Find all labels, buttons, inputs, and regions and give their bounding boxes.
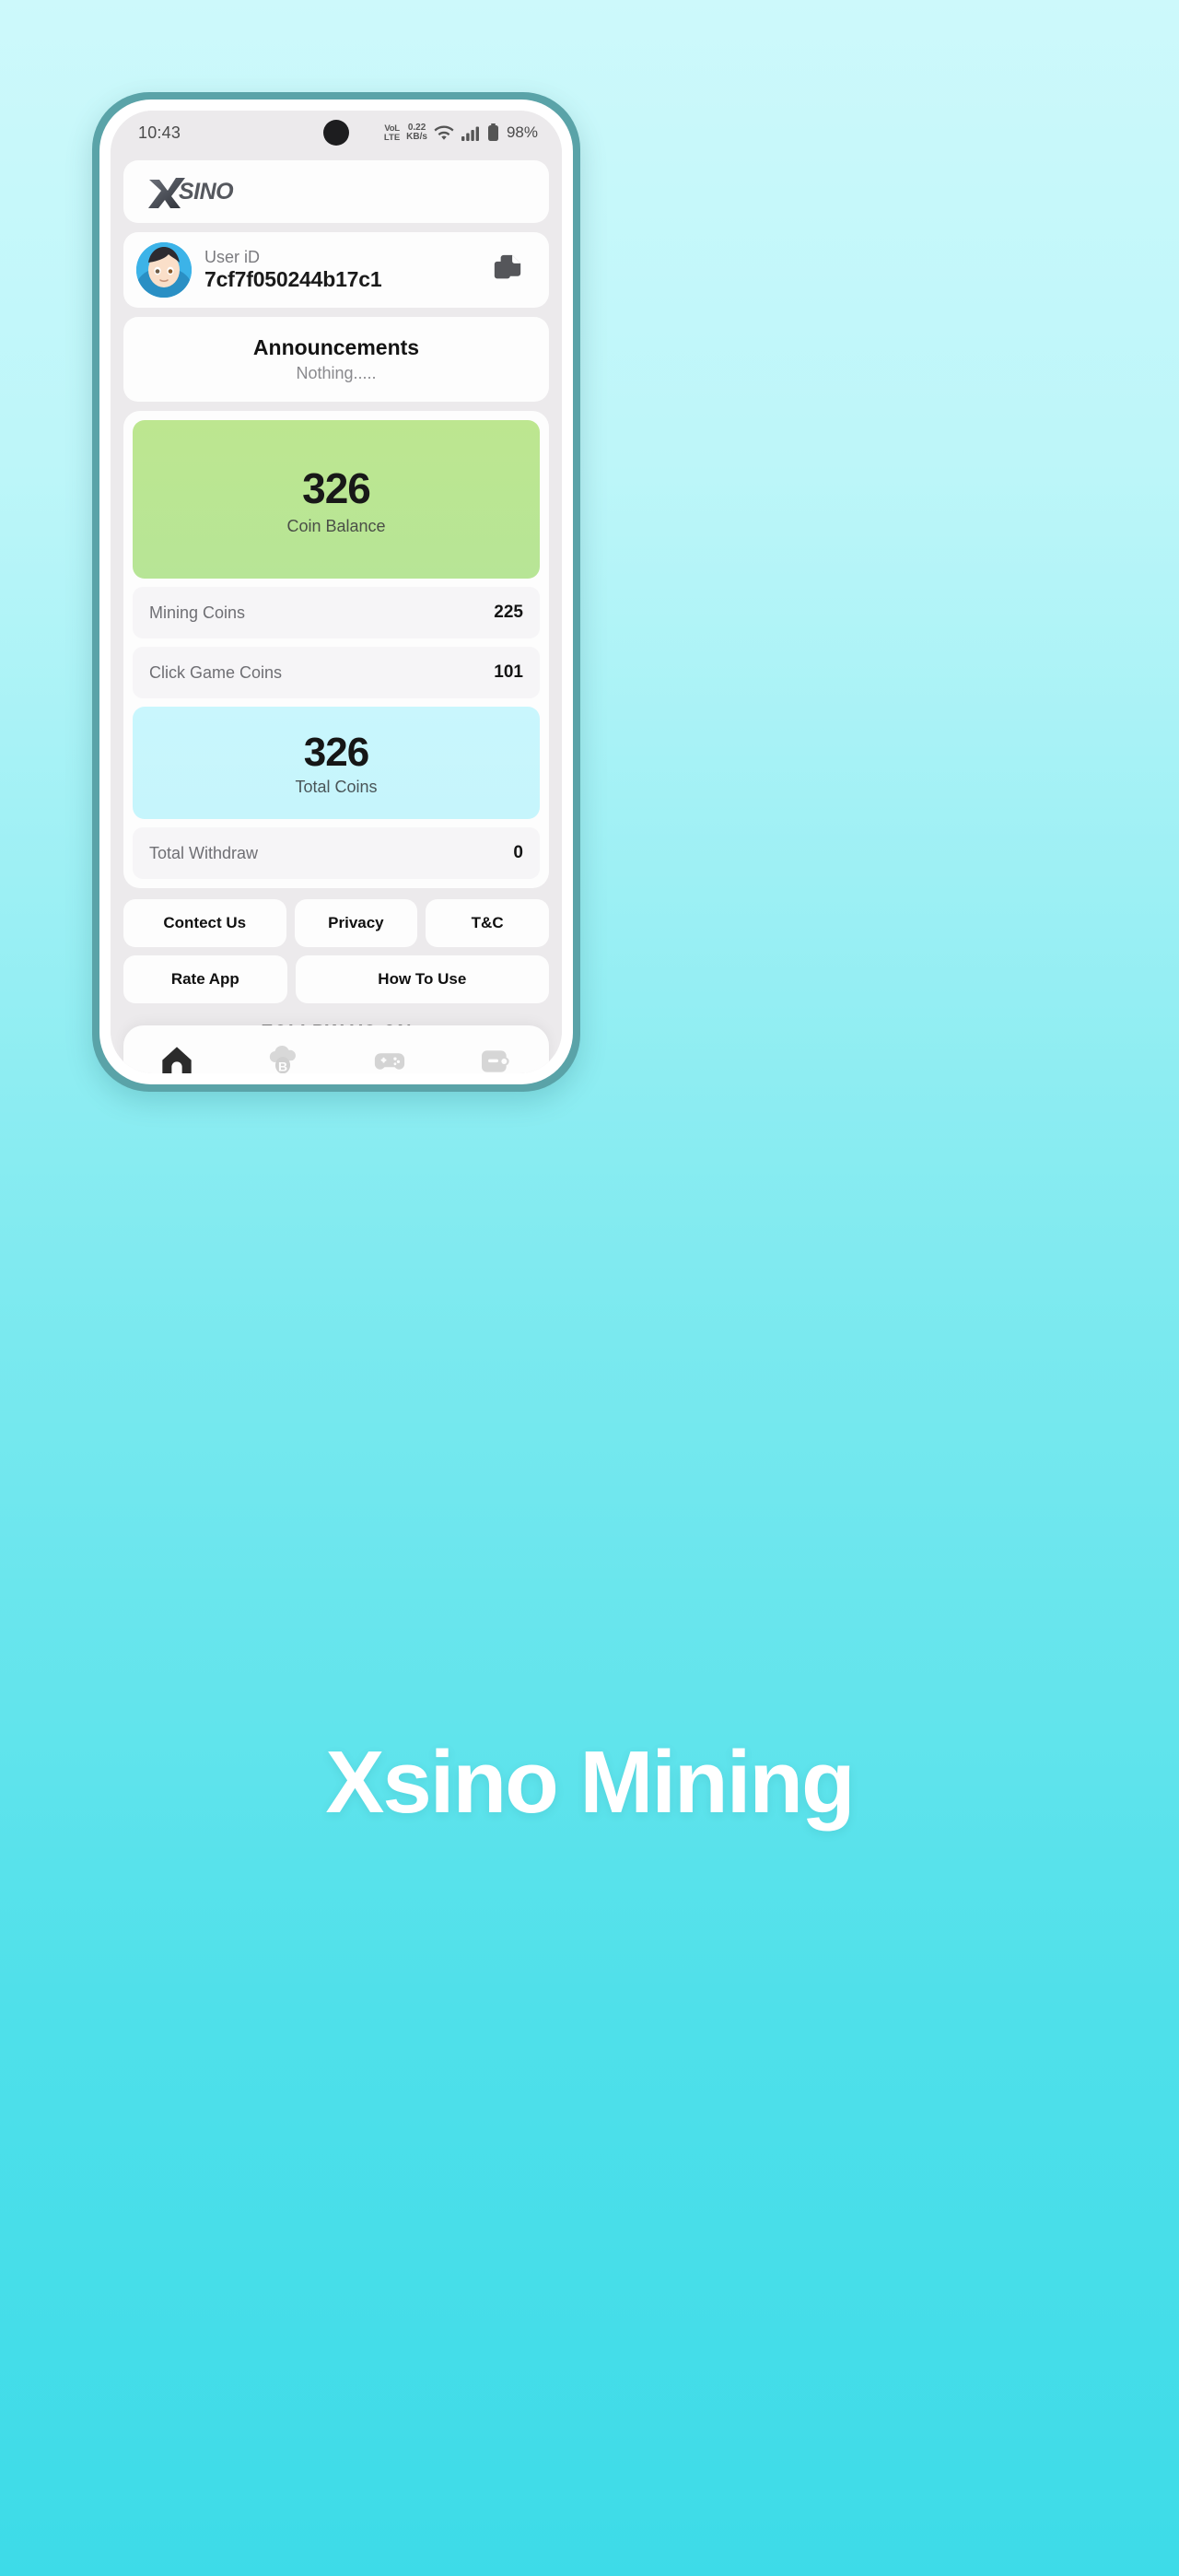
gamepad-icon: [374, 1053, 404, 1070]
total-coins-box: 326 Total Coins: [133, 707, 540, 819]
link-row-1: Contect Us Privacy T&C: [123, 899, 549, 947]
total-withdraw-row: Total Withdraw 0: [133, 827, 540, 879]
click-game-coins-label: Click Game Coins: [149, 662, 283, 682]
coin-balance-label: Coin Balance: [286, 516, 386, 535]
bottom-navigation: B: [123, 1025, 549, 1073]
battery-percent: 98%: [506, 123, 538, 141]
network-speed: 0.22 KB/s: [406, 123, 427, 142]
phone-bezel: 10:43 VoL LTE 0.22 KB/s 98% SINO User iD…: [99, 100, 573, 1084]
user-id-label: User iD: [204, 247, 261, 266]
announcements-body: Nothing.....: [296, 364, 377, 382]
total-withdraw-value: 0: [513, 843, 523, 862]
nav-wallet[interactable]: [443, 1025, 550, 1073]
status-time: 10:43: [138, 123, 181, 142]
page-title: Xsino Mining: [325, 1733, 855, 1832]
copy-icon[interactable]: [486, 247, 529, 294]
phone-frame: 10:43 VoL LTE 0.22 KB/s 98% SINO User iD…: [92, 92, 580, 1092]
app-header: SINO: [123, 160, 549, 223]
privacy-button[interactable]: Privacy: [294, 899, 418, 947]
phone-screen: 10:43 VoL LTE 0.22 KB/s 98% SINO User iD…: [111, 111, 562, 1073]
mining-coins-value: 225: [494, 603, 523, 622]
user-id-texts: User iD 7cf7f050244b17c1: [204, 248, 473, 292]
camera-notch: [323, 120, 349, 146]
svg-text:B: B: [278, 1060, 287, 1074]
nav-mining[interactable]: B: [230, 1025, 337, 1073]
user-id-card: User iD 7cf7f050244b17c1: [123, 232, 549, 308]
contact-us-button[interactable]: Contect Us: [123, 899, 286, 947]
status-icons: VoL LTE 0.22 KB/s 98%: [384, 123, 538, 143]
total-coins-value: 326: [303, 729, 369, 775]
logo-text: SINO: [179, 178, 234, 205]
wallet-icon: [482, 1050, 509, 1072]
mining-coins-label: Mining Coins: [149, 603, 246, 622]
link-row-2: Rate App How To Use: [123, 955, 549, 1003]
volte-bottom: LTE: [383, 132, 401, 143]
nav-home[interactable]: [123, 1025, 230, 1073]
coin-balance-box: 326 Coin Balance: [133, 420, 540, 579]
battery-icon: [487, 123, 498, 141]
home-icon: [162, 1047, 192, 1073]
total-coins-label: Total Coins: [295, 777, 378, 796]
coin-balance-value: 326: [302, 463, 371, 512]
app-content: SINO User iD 7cf7f050244b17c1 Announceme…: [111, 155, 562, 1073]
how-to-use-button[interactable]: How To Use: [295, 955, 549, 1003]
cellular-signal-icon: [461, 126, 479, 141]
click-game-coins-row: Click Game Coins 101: [133, 647, 540, 698]
network-speed-unit: KB/s: [406, 132, 427, 142]
status-bar: 10:43 VoL LTE 0.22 KB/s 98%: [111, 111, 562, 155]
phone-mockup: 10:43 VoL LTE 0.22 KB/s 98% SINO User iD…: [92, 92, 580, 1092]
nav-game[interactable]: [336, 1025, 443, 1073]
balance-card: 326 Coin Balance Mining Coins 225 Click …: [123, 411, 549, 888]
volte-icon: VoL LTE: [384, 124, 400, 142]
rate-app-button[interactable]: Rate App: [123, 955, 287, 1003]
link-buttons: Contect Us Privacy T&C Rate App How To U…: [123, 899, 549, 1003]
mining-coins-row: Mining Coins 225: [133, 587, 540, 638]
click-game-coins-value: 101: [494, 662, 523, 682]
terms-conditions-button[interactable]: T&C: [426, 899, 549, 947]
user-id-value: 7cf7f050244b17c1: [204, 266, 382, 291]
avatar: [136, 242, 192, 298]
cloud-bitcoin-icon: B: [270, 1045, 297, 1074]
total-withdraw-label: Total Withdraw: [149, 843, 259, 862]
xsino-logo: SINO: [147, 174, 234, 209]
announcements-title: Announcements: [252, 335, 420, 359]
announcements-card: Announcements Nothing.....: [123, 317, 549, 402]
wifi-icon: [434, 125, 454, 140]
